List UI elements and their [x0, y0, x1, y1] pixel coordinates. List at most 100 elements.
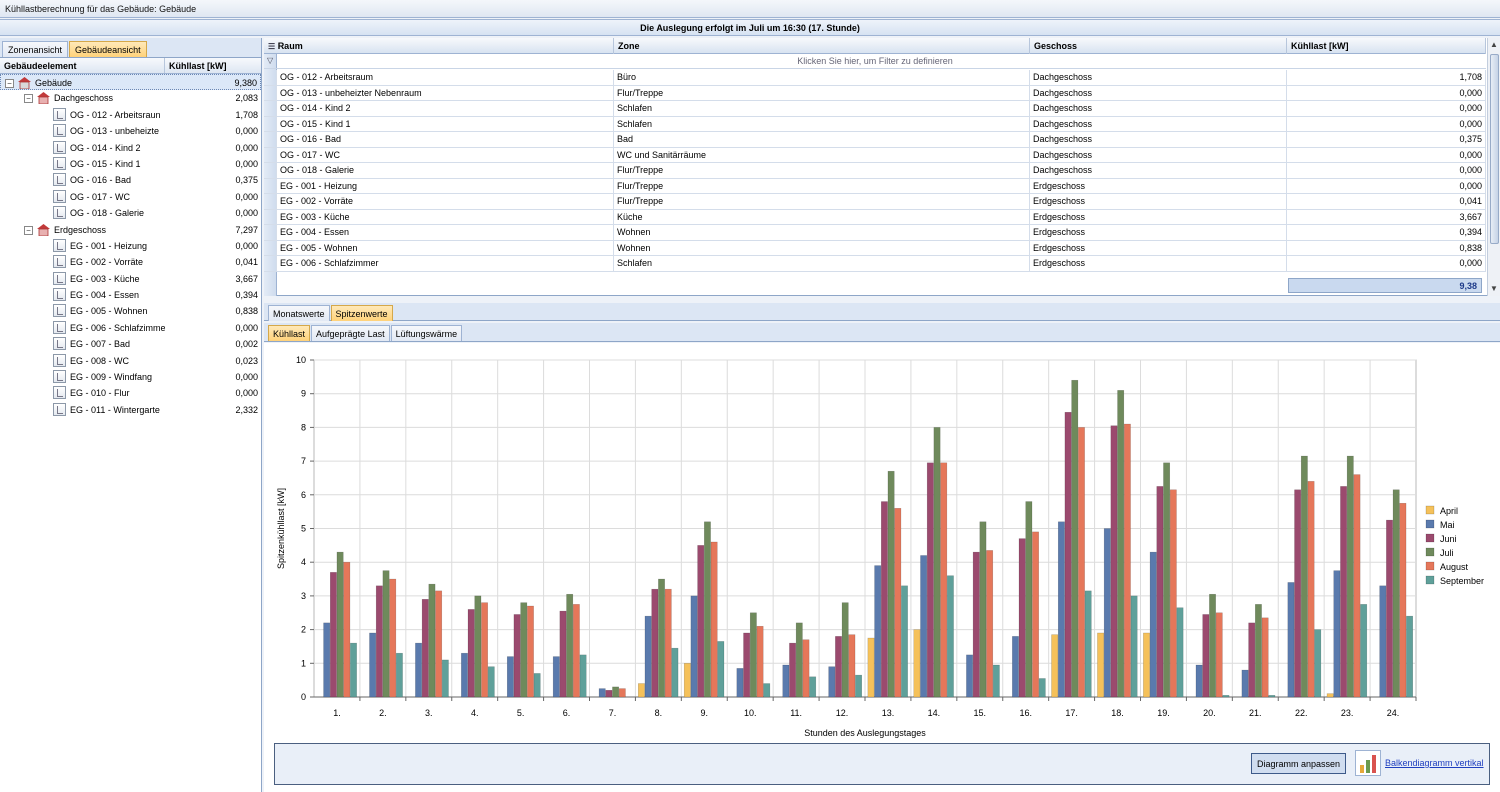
- bar[interactable]: [743, 632, 751, 698]
- bar[interactable]: [612, 686, 620, 698]
- bar[interactable]: [697, 545, 705, 698]
- bar[interactable]: [1406, 615, 1413, 698]
- tree-node[interactable]: − Gebäude 9,380: [0, 74, 261, 91]
- bar[interactable]: [809, 676, 817, 698]
- tab-monatswerte[interactable]: Monatswerte: [268, 305, 330, 321]
- bar[interactable]: [881, 501, 888, 698]
- row-selector[interactable]: [264, 163, 277, 178]
- bar[interactable]: [979, 521, 987, 698]
- bar[interactable]: [920, 555, 928, 698]
- bar[interactable]: [848, 634, 856, 698]
- bar[interactable]: [1379, 585, 1387, 698]
- collapse-icon[interactable]: −: [5, 79, 14, 88]
- tree-node[interactable]: EG - 007 - Bad 0,002: [0, 336, 261, 352]
- row-selector[interactable]: [264, 132, 277, 147]
- row-selector[interactable]: [264, 209, 277, 224]
- tree-node[interactable]: EG - 004 - Essen 0,394: [0, 287, 261, 303]
- table-row[interactable]: EG - 003 - Küche Küche Erdgeschoss 3,667: [264, 209, 1486, 225]
- bar[interactable]: [1340, 486, 1347, 698]
- table-row[interactable]: EG - 004 - Essen Wohnen Erdgeschoss 0,394: [264, 225, 1486, 241]
- bar[interactable]: [782, 664, 790, 698]
- bar[interactable]: [441, 659, 449, 698]
- row-selector[interactable]: [264, 101, 277, 116]
- column-chooser-icon[interactable]: ☰: [268, 42, 275, 51]
- tree-node[interactable]: EG - 011 - Wintergarte 2,332: [0, 402, 261, 418]
- bar[interactable]: [1025, 501, 1033, 698]
- bar[interactable]: [559, 610, 567, 698]
- bar[interactable]: [874, 565, 882, 698]
- bar[interactable]: [513, 614, 521, 698]
- bar[interactable]: [461, 652, 468, 698]
- bar[interactable]: [1103, 528, 1111, 698]
- tree-node[interactable]: EG - 006 - Schlafzimme 0,000: [0, 320, 261, 336]
- bar[interactable]: [605, 690, 613, 698]
- bar[interactable]: [683, 663, 691, 698]
- bar[interactable]: [1333, 570, 1341, 698]
- bar[interactable]: [966, 654, 973, 698]
- bar[interactable]: [690, 595, 698, 698]
- tree-node[interactable]: − Erdgeschoss 7,297: [0, 222, 261, 238]
- table-row[interactable]: OG - 014 - Kind 2 Schlafen Dachgeschoss 0,0…: [264, 101, 1486, 117]
- tree-header-element[interactable]: Gebäudeelement: [0, 58, 165, 73]
- bar[interactable]: [855, 674, 862, 698]
- tree-node[interactable]: OG - 015 - Kind 1 0,000: [0, 156, 261, 172]
- bar[interactable]: [1012, 636, 1019, 698]
- table-row[interactable]: OG - 018 - Galerie Flur/Treppe Dachgeschos…: [264, 163, 1486, 179]
- tab-spitzenwerte[interactable]: Spitzenwerte: [330, 305, 393, 321]
- table-row[interactable]: OG - 017 - WC WC und Sanitärräume Dachgesc…: [264, 147, 1486, 163]
- bar[interactable]: [527, 605, 534, 698]
- bar[interactable]: [1156, 486, 1164, 698]
- bar[interactable]: [1392, 489, 1400, 698]
- tree-node[interactable]: OG - 016 - Bad 0,375: [0, 172, 261, 188]
- bar[interactable]: [506, 656, 514, 698]
- bar[interactable]: [1110, 425, 1118, 698]
- tree-node[interactable]: OG - 013 - unbeheizte 0,000: [0, 123, 261, 139]
- tree-node[interactable]: EG - 005 - Wohnen 0,838: [0, 303, 261, 319]
- bar[interactable]: [1326, 693, 1334, 698]
- table-row[interactable]: OG - 015 - Kind 1 Schlafen Dachgeschoss 0,0…: [264, 116, 1486, 132]
- bar[interactable]: [835, 636, 842, 698]
- bar[interactable]: [749, 612, 757, 698]
- column-header-zone[interactable]: Zone: [614, 38, 1030, 54]
- bar[interactable]: [1071, 379, 1079, 698]
- bar[interactable]: [1143, 632, 1150, 698]
- bar[interactable]: [940, 462, 948, 698]
- scroll-down-icon[interactable]: ▼: [1490, 284, 1498, 293]
- bar[interactable]: [330, 572, 337, 698]
- bar[interactable]: [572, 604, 580, 698]
- table-row[interactable]: EG - 002 - Vorräte Flur/Treppe Erdgeschoss…: [264, 194, 1486, 210]
- bar[interactable]: [1051, 634, 1059, 698]
- bar[interactable]: [415, 642, 422, 698]
- bar[interactable]: [1248, 622, 1256, 698]
- bar[interactable]: [1241, 669, 1249, 698]
- bar[interactable]: [763, 683, 771, 698]
- tab-aufgepraegte-last[interactable]: Aufgeprägte Last: [311, 325, 390, 341]
- table-row[interactable]: EG - 006 - Schlafzimmer Schlafen Erdgescho…: [264, 256, 1486, 272]
- bar[interactable]: [1353, 474, 1361, 698]
- bar[interactable]: [1018, 538, 1026, 698]
- row-selector[interactable]: [264, 256, 277, 271]
- bar[interactable]: [336, 551, 344, 698]
- bar[interactable]: [428, 583, 436, 698]
- bar[interactable]: [533, 673, 541, 698]
- bar[interactable]: [1169, 489, 1177, 698]
- bar[interactable]: [986, 550, 994, 698]
- bar[interactable]: [867, 637, 875, 698]
- bar[interactable]: [1032, 531, 1039, 698]
- bar[interactable]: [1386, 519, 1393, 698]
- filter-icon[interactable]: ▽: [267, 56, 273, 65]
- bar[interactable]: [1097, 632, 1104, 698]
- bar[interactable]: [1064, 411, 1072, 698]
- tree-header-value[interactable]: Kühllast [kW]: [165, 58, 261, 73]
- bar[interactable]: [992, 664, 1000, 698]
- vertical-bar-chart-link[interactable]: Balkendiagramm vertikal: [1385, 758, 1484, 768]
- collapse-icon[interactable]: −: [24, 225, 33, 235]
- tree-node[interactable]: EG - 003 - Küche 3,667: [0, 271, 261, 287]
- bar[interactable]: [1163, 462, 1171, 698]
- bar[interactable]: [913, 629, 921, 698]
- tab-gebaeudeansicht[interactable]: Gebäudeansicht: [69, 41, 147, 57]
- bar[interactable]: [375, 585, 383, 698]
- bar[interactable]: [1149, 551, 1157, 698]
- bar[interactable]: [1314, 629, 1322, 698]
- row-selector[interactable]: [264, 194, 277, 209]
